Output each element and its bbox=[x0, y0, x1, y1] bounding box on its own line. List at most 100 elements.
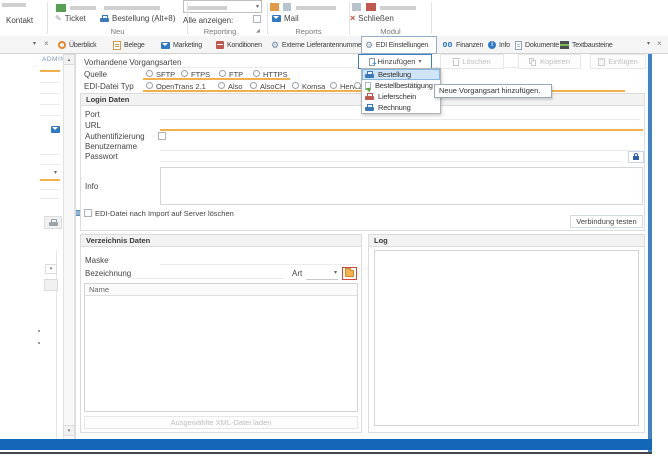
lock-icon bbox=[633, 153, 640, 161]
tab-externe-lieferantennummern[interactable]: ⚙ Externe Lieferantennummern bbox=[268, 37, 370, 53]
radio-ftps[interactable] bbox=[181, 70, 188, 77]
tab-label: Textbausteine bbox=[572, 42, 613, 49]
url-label: URL bbox=[85, 121, 101, 130]
list-header-row[interactable]: Name bbox=[85, 284, 357, 296]
bottom-edge-line bbox=[0, 452, 652, 454]
chevron-down-icon: ▾ bbox=[50, 266, 53, 272]
art-dropdown[interactable]: ▾ bbox=[306, 268, 338, 280]
art-label: Art bbox=[292, 269, 302, 278]
sidebar-collapse-button[interactable]: ▾ bbox=[45, 264, 57, 274]
loeschen-button[interactable]: Löschen bbox=[440, 54, 504, 69]
tab-label: Marketing bbox=[173, 42, 202, 49]
window-right-border bbox=[648, 54, 652, 452]
workspace-label: ADMIN bbox=[42, 56, 65, 63]
radio-herweck[interactable] bbox=[330, 82, 337, 89]
port-label: Port bbox=[85, 110, 100, 119]
radio-sftp[interactable] bbox=[146, 70, 153, 77]
trash-icon bbox=[453, 60, 459, 66]
chevron-down-icon: ▾ bbox=[256, 4, 259, 10]
mail-icon bbox=[272, 15, 281, 22]
app-window: ▾ Kontakt ✎ Ticket Bestellung (Alt+8) Al… bbox=[0, 0, 668, 461]
kontakt-button[interactable]: Kontakt bbox=[6, 16, 33, 25]
tab-marketing[interactable]: Marketing bbox=[158, 37, 205, 53]
tab-info[interactable]: Info bbox=[485, 37, 513, 53]
radio-also[interactable] bbox=[218, 82, 225, 89]
menu-item-label: Lieferschein bbox=[378, 92, 416, 101]
tab-finanzen[interactable]: Finanzen bbox=[440, 37, 486, 53]
tabstrip-left-chevron-icon[interactable]: ▾ bbox=[33, 41, 36, 47]
menu-item-bestellbestaetigung[interactable]: Bestellbestätigung bbox=[362, 80, 440, 91]
sidebar-print-button[interactable] bbox=[44, 216, 62, 229]
port-field[interactable] bbox=[160, 119, 640, 120]
mail-icon bbox=[161, 42, 170, 49]
radio-ftp[interactable] bbox=[219, 70, 226, 77]
delete-after-import-checkbox[interactable] bbox=[84, 209, 92, 217]
mail-button[interactable]: Mail bbox=[272, 14, 299, 23]
bezeichnung-field[interactable] bbox=[130, 278, 284, 279]
passwort-field[interactable] bbox=[160, 161, 622, 162]
benutzername-label: Benutzername bbox=[85, 142, 137, 151]
clipped-toolbar-item bbox=[2, 3, 26, 7]
radio-alsoch[interactable] bbox=[250, 82, 257, 89]
kopieren-button[interactable]: Kopieren bbox=[518, 54, 581, 69]
tabstrip-right-chevron-icon[interactable]: ▾ bbox=[647, 41, 650, 47]
bestellung-button[interactable]: Bestellung (Alt+8) bbox=[100, 14, 175, 23]
dialog-launcher-icon[interactable]: ◢ bbox=[256, 29, 260, 34]
sidebar-mark bbox=[38, 342, 40, 344]
receipt-icon bbox=[113, 41, 121, 50]
passwort-generate-button[interactable] bbox=[628, 151, 644, 163]
verzeichnis-browse-button[interactable] bbox=[342, 267, 357, 280]
verbindung-testen-button[interactable]: Verbindung testen bbox=[570, 215, 643, 228]
sidebar-divider bbox=[40, 104, 60, 105]
info-label: Info bbox=[85, 182, 98, 191]
chevron-down-icon[interactable]: ▾ bbox=[54, 170, 57, 176]
tabstrip-left-close-icon[interactable]: × bbox=[44, 40, 49, 48]
xml-laden-button[interactable]: Ausgewählte XML-Datei laden bbox=[84, 416, 358, 429]
mail-icon[interactable] bbox=[51, 126, 60, 133]
tab-belege[interactable]: Belege bbox=[110, 37, 148, 53]
tab-dokumente[interactable]: Dokumente bbox=[512, 37, 562, 53]
tab-label: Konditionen bbox=[227, 42, 262, 49]
benutzername-field[interactable] bbox=[160, 150, 640, 151]
menu-item-label: Bestellung bbox=[378, 70, 411, 79]
sidebar-scrollbar[interactable] bbox=[63, 54, 75, 448]
scroll-down-button[interactable]: ▾ bbox=[63, 425, 75, 436]
radio-komsa[interactable] bbox=[292, 82, 299, 89]
document-icon bbox=[515, 41, 522, 50]
info-icon bbox=[488, 41, 496, 49]
auth-checkbox[interactable] bbox=[158, 132, 166, 140]
tab-label: Info bbox=[499, 42, 510, 49]
chevron-down-icon: ▾ bbox=[334, 270, 337, 276]
menu-item-bestellung[interactable]: Bestellung bbox=[362, 69, 440, 80]
hinzufuegen-button[interactable]: Hinzufügen ▾ bbox=[358, 54, 432, 69]
scroll-up-button[interactable]: ▴ bbox=[63, 54, 75, 65]
schliessen-button[interactable]: × Schließen bbox=[350, 14, 394, 23]
tab-label: Überblick bbox=[69, 42, 96, 49]
sidebar-divider bbox=[40, 154, 60, 155]
einfuegen-button[interactable]: Einfügen bbox=[590, 54, 646, 69]
clipped-toolbar-icon bbox=[270, 3, 279, 11]
tab-textbausteine[interactable]: Textbausteine bbox=[557, 37, 616, 53]
radio-option-hidden[interactable] bbox=[354, 82, 361, 89]
alle-anzeigen-checkbox[interactable] bbox=[253, 15, 261, 23]
ribbon-group-modul: Modul bbox=[350, 27, 431, 36]
maske-field[interactable] bbox=[160, 264, 356, 265]
url-field[interactable] bbox=[160, 129, 643, 131]
radio-opentrans[interactable] bbox=[146, 82, 153, 89]
radio-https[interactable] bbox=[253, 70, 260, 77]
overview-icon bbox=[58, 41, 66, 49]
info-textarea[interactable] bbox=[160, 167, 643, 205]
verzeichnis-list[interactable]: Name bbox=[84, 283, 358, 412]
sidebar-accent-divider bbox=[40, 70, 60, 72]
tab-label: EDI Einstellungen bbox=[376, 42, 428, 49]
tab-konditionen[interactable]: Konditionen bbox=[213, 37, 265, 53]
menu-item-lieferschein[interactable]: Lieferschein bbox=[362, 91, 440, 102]
tabstrip-right-close-icon[interactable]: × bbox=[657, 40, 662, 48]
schliessen-label: Schließen bbox=[358, 14, 394, 23]
clipped-combobox[interactable]: ▾ bbox=[183, 0, 262, 13]
tab-ueberblick[interactable]: Überblick bbox=[55, 37, 99, 53]
tab-edi-einstellungen[interactable]: ⚙ EDI Einstellungen bbox=[361, 36, 437, 54]
sidebar-mini-button[interactable] bbox=[44, 279, 58, 291]
menu-item-rechnung[interactable]: Rechnung bbox=[362, 102, 440, 113]
ticket-button[interactable]: ✎ Ticket bbox=[55, 14, 86, 23]
